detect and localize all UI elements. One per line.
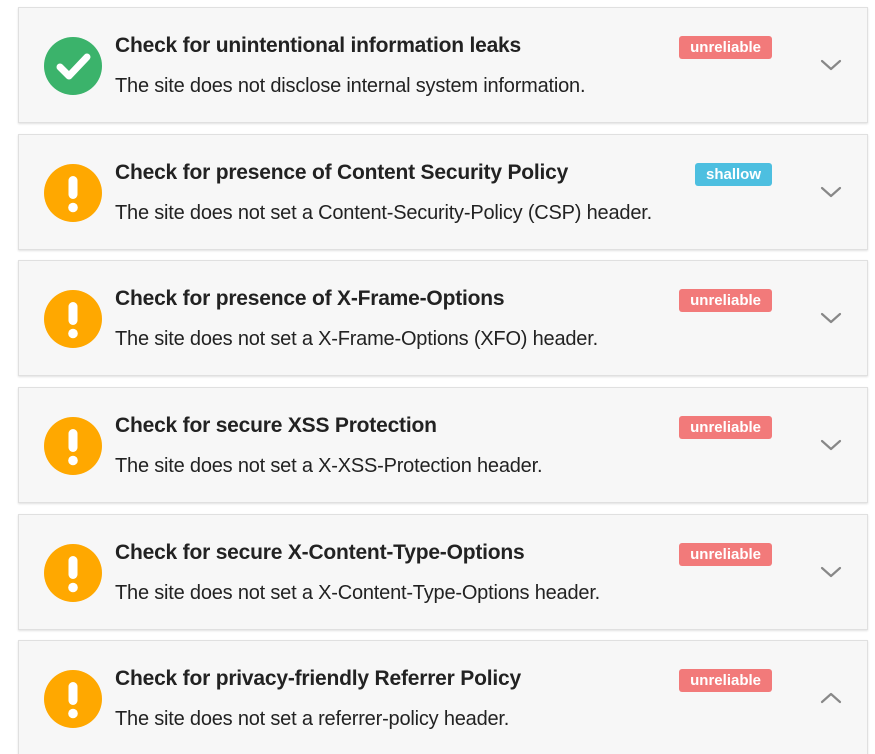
reliability-badge: unreliable (679, 669, 772, 692)
check-title: Check for presence of X-Frame-Options (115, 287, 505, 310)
check-description: The site does not set a X-Content-Type-O… (115, 582, 601, 604)
check-description: The site does not set a X-Frame-Options … (115, 328, 598, 350)
chevron-up-icon[interactable] (820, 691, 842, 705)
check-title: Check for privacy-friendly Referrer Poli… (115, 667, 521, 690)
reliability-badge: unreliable (679, 543, 772, 566)
warning-circle-icon (44, 164, 102, 222)
check-description: The site does not set a Content-Security… (115, 202, 652, 224)
reliability-badge: unreliable (679, 36, 772, 59)
reliability-badge: unreliable (679, 289, 772, 312)
check-card-x-frame-options[interactable]: Check for presence of X-Frame-Options Th… (18, 260, 868, 376)
reliability-badge: unreliable (679, 416, 772, 439)
chevron-down-icon[interactable] (820, 185, 842, 199)
chevron-down-icon[interactable] (820, 565, 842, 579)
warning-circle-icon (44, 544, 102, 602)
check-title: Check for secure XSS Protection (115, 414, 437, 437)
check-card-information-leaks[interactable]: Check for unintentional information leak… (18, 7, 868, 123)
check-card-x-content-type-options[interactable]: Check for secure X-Content-Type-Options … (18, 514, 868, 630)
chevron-down-icon[interactable] (820, 58, 842, 72)
warning-circle-icon (44, 417, 102, 475)
check-card-xss-protection[interactable]: Check for secure XSS Protection The site… (18, 387, 868, 503)
check-description: The site does not set a referrer-policy … (115, 708, 510, 730)
chevron-down-icon[interactable] (820, 311, 842, 325)
warning-circle-icon (44, 290, 102, 348)
warning-circle-icon (44, 670, 102, 728)
chevron-down-icon[interactable] (820, 438, 842, 452)
reliability-badge: shallow (694, 163, 772, 186)
check-description: The site does not disclose internal syst… (115, 75, 586, 97)
check-circle-icon (44, 37, 102, 95)
check-card-content-security-policy[interactable]: Check for presence of Content Security P… (18, 134, 868, 250)
check-description: The site does not set a X-XSS-Protection… (115, 455, 543, 477)
check-card-referrer-policy[interactable]: Check for privacy-friendly Referrer Poli… (18, 640, 868, 754)
check-title: Check for unintentional information leak… (115, 34, 522, 57)
check-title: Check for presence of Content Security P… (115, 161, 569, 184)
security-checks-list: Check for unintentional information leak… (0, 0, 875, 754)
check-title: Check for secure X-Content-Type-Options (115, 541, 525, 564)
